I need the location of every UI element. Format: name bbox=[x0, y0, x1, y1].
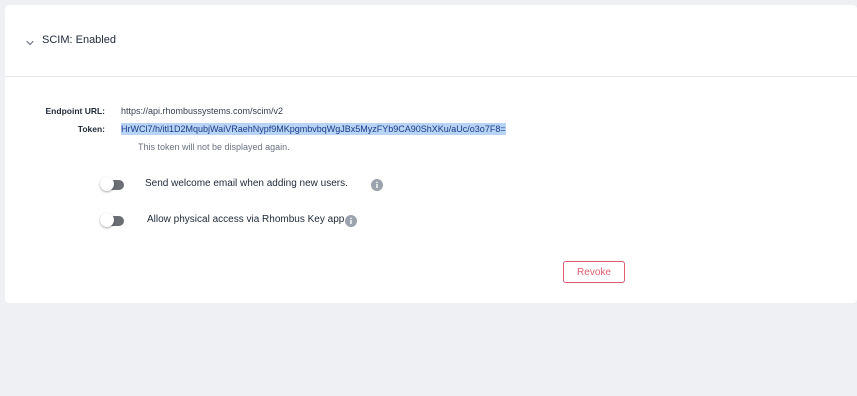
info-icon[interactable] bbox=[371, 179, 383, 191]
welcome-email-toggle[interactable] bbox=[100, 177, 124, 191]
token-warning-note: This token will not be displayed again. bbox=[138, 142, 290, 152]
scim-section-header[interactable]: SCIM: Enabled bbox=[5, 5, 857, 77]
physical-access-toggle[interactable] bbox=[100, 213, 124, 227]
endpoint-url-label: Endpoint URL: bbox=[45, 106, 105, 116]
welcome-email-label: Send welcome email when adding new users… bbox=[145, 178, 348, 189]
toggle-knob bbox=[100, 177, 114, 191]
token-value[interactable]: HrWCl7/h/itl1D2MqubjWaiVRaehNypf9MKpgmbv… bbox=[121, 123, 506, 135]
section-title: SCIM: Enabled bbox=[42, 34, 116, 46]
chevron-down-icon[interactable] bbox=[24, 37, 36, 49]
scim-settings-card: SCIM: Enabled Endpoint URL: https://api.… bbox=[5, 5, 857, 303]
info-icon[interactable] bbox=[345, 215, 357, 227]
token-label: Token: bbox=[77, 124, 105, 134]
toggle-knob bbox=[100, 213, 114, 227]
revoke-button[interactable]: Revoke bbox=[563, 261, 625, 283]
endpoint-url-value[interactable]: https://api.rhombussystems.com/scim/v2 bbox=[121, 106, 283, 116]
physical-access-label: Allow physical access via Rhombus Key ap… bbox=[147, 214, 345, 225]
